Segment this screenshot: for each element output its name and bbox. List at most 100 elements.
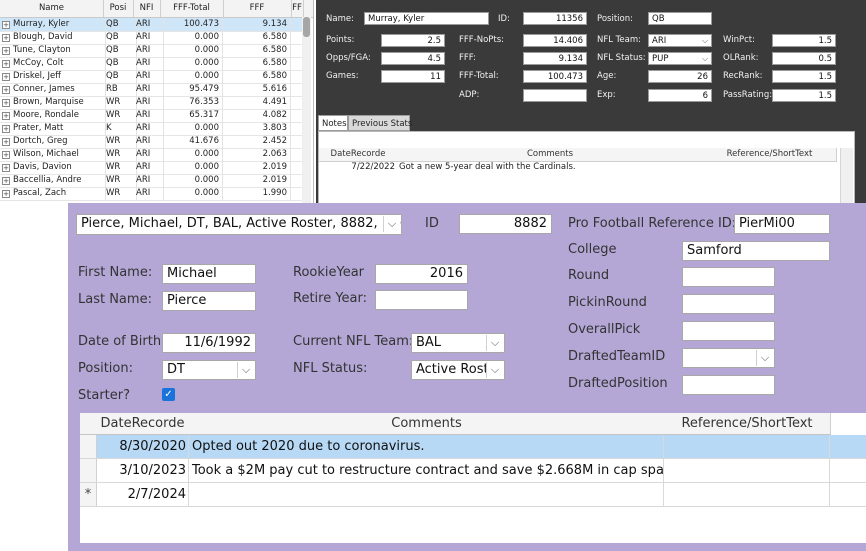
- current-team-dropdown[interactable]: BAL ⌵: [411, 333, 505, 353]
- player-notes-subform[interactable]: DateRecorde Comments Reference/ShortText…: [80, 413, 866, 543]
- cell-fff-total[interactable]: 100.473: [160, 18, 223, 31]
- cell-comment[interactable]: Took a $2M pay cut to restructure contra…: [189, 459, 664, 482]
- cell-reference[interactable]: [664, 459, 830, 482]
- cell-position[interactable]: WR: [103, 187, 137, 200]
- players-datasheet[interactable]: Name Posi NFI FFF-Total FFF FF + Murray, …: [0, 0, 314, 205]
- col-header-name[interactable]: Name: [0, 0, 104, 17]
- cell-fff[interactable]: 6.580: [223, 44, 291, 57]
- cell-date-recorded[interactable]: 2/7/2024: [96, 483, 189, 506]
- overall-pick-field[interactable]: [682, 321, 775, 341]
- position-dropdown[interactable]: DT ⌵: [162, 360, 256, 380]
- cell-fff-total[interactable]: 0.000: [160, 148, 223, 161]
- table-row[interactable]: + Conner, James RB ARI 95.479 5.616: [0, 83, 303, 97]
- cell-fff-total[interactable]: 0.000: [160, 187, 223, 200]
- col-header-fff-total[interactable]: FFF-Total: [160, 0, 224, 17]
- round-field[interactable]: [682, 267, 775, 287]
- detail-position-field[interactable]: QB: [648, 12, 712, 25]
- cell-fff[interactable]: 9.134: [223, 18, 291, 31]
- record-selector[interactable]: [80, 459, 97, 482]
- notes-col-date[interactable]: DateRecorde: [319, 148, 398, 162]
- expand-icon[interactable]: +: [2, 151, 10, 159]
- col-header-fff[interactable]: FFF: [223, 0, 292, 17]
- col-header-reference[interactable]: Reference/ShortText: [664, 413, 831, 435]
- detail-id-field[interactable]: 11356: [523, 12, 587, 25]
- retire-year-field[interactable]: [375, 290, 468, 310]
- passrating-field[interactable]: 1.5: [772, 89, 836, 102]
- expand-icon[interactable]: +: [2, 47, 10, 55]
- cell-fff[interactable]: 4.082: [223, 109, 291, 122]
- drafted-position-field[interactable]: [682, 375, 775, 395]
- cell-position[interactable]: QB: [103, 70, 137, 83]
- notes-col-reference[interactable]: Reference/ShortText: [703, 148, 837, 162]
- college-field[interactable]: Samford: [682, 241, 830, 261]
- pick-in-round-field[interactable]: [682, 294, 775, 314]
- cell-fff-total[interactable]: 0.000: [160, 44, 223, 57]
- winpct-field[interactable]: 1.5: [772, 34, 836, 47]
- table-row[interactable]: + Davis, Davion WR ARI 0.000 2.019: [0, 161, 303, 175]
- expand-icon[interactable]: +: [2, 138, 10, 146]
- tab-notes[interactable]: Notes: [318, 115, 348, 131]
- cell-name[interactable]: Dortch, Greg: [11, 135, 106, 148]
- opps-field[interactable]: 4.5: [381, 52, 445, 65]
- expand-icon[interactable]: +: [2, 60, 10, 68]
- col-header-ff[interactable]: FF: [291, 0, 304, 17]
- drafted-team-dropdown[interactable]: ⌵: [682, 348, 775, 368]
- expand-icon[interactable]: +: [2, 86, 10, 94]
- cell-fff-total[interactable]: 0.000: [160, 70, 223, 83]
- expand-icon[interactable]: +: [2, 164, 10, 172]
- table-row[interactable]: + Wilson, Michael WR ARI 0.000 2.063: [0, 148, 303, 162]
- starter-checkbox[interactable]: ✓: [162, 388, 175, 401]
- table-row[interactable]: + Baccellia, Andre WR ARI 0.000 2.019: [0, 174, 303, 188]
- chevron-down-icon[interactable]: ⌵: [486, 362, 503, 378]
- cell-name[interactable]: McCoy, Colt: [11, 57, 106, 70]
- cell-name[interactable]: Pascal, Zach: [11, 187, 106, 200]
- cell-fff[interactable]: 2.019: [223, 161, 291, 174]
- pfr-id-field[interactable]: PierMi00: [734, 214, 830, 234]
- chevron-down-icon[interactable]: ⌵: [486, 335, 503, 351]
- table-row[interactable]: + Dortch, Greg WR ARI 41.676 2.452: [0, 135, 303, 149]
- cell-fff[interactable]: 1.990: [223, 187, 291, 200]
- table-row[interactable]: + Murray, Kyler QB ARI 100.473 9.134: [0, 18, 303, 32]
- recrank-field[interactable]: 1.5: [772, 70, 836, 83]
- chevron-down-icon[interactable]: ⌵: [383, 216, 400, 232]
- chevron-down-icon[interactable]: ⌵: [237, 362, 254, 378]
- expand-icon[interactable]: +: [2, 34, 10, 42]
- cell-name[interactable]: Murray, Kyler: [11, 18, 106, 31]
- cell-name[interactable]: Baccellia, Andre: [11, 174, 106, 187]
- cell-position[interactable]: WR: [103, 148, 137, 161]
- cell-position[interactable]: RB: [103, 83, 137, 96]
- cell-fff-total[interactable]: 0.000: [160, 31, 223, 44]
- nfl-team-dropdown[interactable]: ARI ⌵: [648, 34, 712, 47]
- cell-date-recorded[interactable]: 3/10/2023: [96, 459, 189, 482]
- fff-total-field[interactable]: 100.473: [523, 70, 587, 83]
- cell-reference[interactable]: [664, 483, 830, 506]
- table-row[interactable]: + Tune, Clayton QB ARI 0.000 6.580: [0, 44, 303, 58]
- adp-field[interactable]: [523, 89, 587, 102]
- cell-position[interactable]: WR: [103, 161, 137, 174]
- cell-name[interactable]: Moore, Rondale: [11, 109, 106, 122]
- cell-reference[interactable]: [664, 435, 830, 458]
- record-selector[interactable]: [80, 435, 97, 458]
- cell-date-recorded[interactable]: 8/30/2020: [96, 435, 189, 458]
- cell-position[interactable]: QB: [103, 44, 137, 57]
- cell-fff-total[interactable]: 0.000: [160, 122, 223, 135]
- detail-notes-subform[interactable]: DateRecorde Comments Reference/ShortText…: [318, 131, 855, 207]
- cell-position[interactable]: WR: [103, 96, 137, 109]
- new-record-row[interactable]: * 2/7/2024: [80, 483, 866, 507]
- cell-name[interactable]: Wilson, Michael: [11, 148, 106, 161]
- detail-name-field[interactable]: Murray, Kyler: [364, 12, 489, 25]
- cell-fff[interactable]: 6.580: [223, 57, 291, 70]
- points-field[interactable]: 2.5: [381, 34, 445, 47]
- cell-name[interactable]: Conner, James: [11, 83, 106, 96]
- cell-position[interactable]: QB: [103, 31, 137, 44]
- cell-name[interactable]: Tune, Clayton: [11, 44, 106, 57]
- cell-comment[interactable]: Opted out 2020 due to coronavirus.: [189, 435, 664, 458]
- cell-fff-total[interactable]: 0.000: [160, 174, 223, 187]
- dob-field[interactable]: 11/6/1992: [162, 333, 256, 353]
- cell-fff[interactable]: 6.580: [223, 70, 291, 83]
- expand-icon[interactable]: +: [2, 99, 10, 107]
- nfl-status-dropdown[interactable]: PUP ⌵: [648, 52, 712, 65]
- cell-position[interactable]: QB: [103, 18, 137, 31]
- cell-fff[interactable]: 2.452: [223, 135, 291, 148]
- cell-fff[interactable]: 2.063: [223, 148, 291, 161]
